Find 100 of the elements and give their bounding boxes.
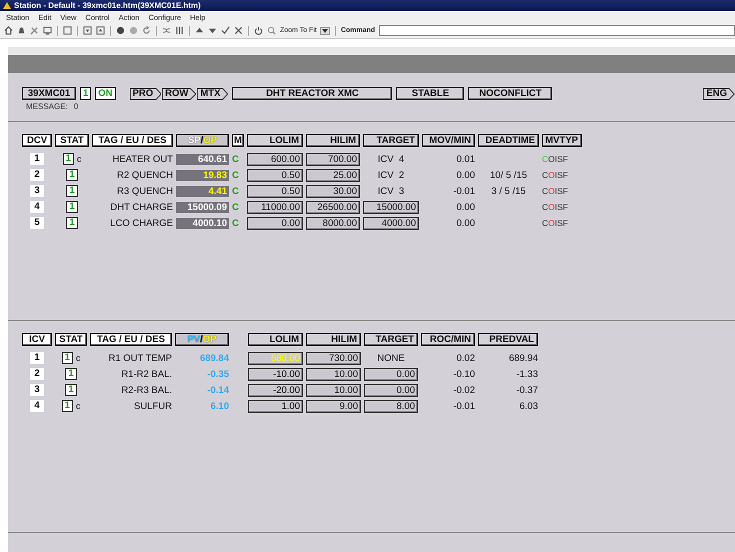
hilim-field[interactable]: 26500.00 (306, 200, 360, 214)
target-field[interactable]: 8.00 (364, 400, 418, 412)
target-field[interactable]: 4000.00 (363, 216, 419, 230)
process-value: 689.84 (198, 352, 229, 364)
row-index[interactable]: 2 (30, 169, 44, 181)
mvtype-letter: I (554, 186, 558, 196)
lolim-field[interactable]: 600.00 (247, 152, 303, 166)
hilim-field[interactable]: 9.00 (306, 400, 361, 412)
column-header: STAT (55, 333, 87, 346)
search-icon[interactable] (267, 26, 276, 35)
command-field[interactable] (379, 25, 735, 36)
target-value: NONE (376, 352, 406, 364)
hilim-field[interactable]: 700.00 (306, 152, 360, 166)
square-icon[interactable] (63, 26, 72, 35)
row-index[interactable]: 1 (30, 352, 44, 364)
row-index[interactable]: 3 (30, 384, 44, 396)
down-icon[interactable] (208, 26, 217, 35)
unit-name: 39XMC01 (22, 87, 76, 100)
state-box: STABLE (396, 87, 464, 100)
row-index[interactable]: 3 (30, 185, 44, 197)
nav-tag[interactable]: ENG (703, 88, 735, 100)
bell-icon[interactable] (17, 26, 26, 35)
process-value: 6.10 (210, 400, 229, 412)
hilim-field[interactable]: 10.00 (306, 384, 361, 396)
status-letter: c (76, 353, 80, 363)
roc-value: -0.02 (452, 384, 475, 396)
mvtype-letter: C (542, 202, 548, 212)
home-icon[interactable] (4, 26, 13, 35)
setpoint-value: 19.83 (203, 170, 227, 180)
mvtype-letter: I (554, 170, 558, 180)
nav-tag[interactable]: MTX (197, 88, 228, 100)
conflict-box: NOCONFLICT (468, 87, 552, 100)
mvtype-letter: I (554, 202, 558, 212)
column-header: LOLIM (248, 333, 303, 346)
lolim-field[interactable]: 0.50 (247, 168, 303, 182)
lolim-field[interactable]: -10.00 (248, 368, 303, 380)
up-icon[interactable] (195, 26, 204, 35)
setpoint-value: 15000.09 (187, 202, 227, 212)
monitor-icon[interactable] (43, 26, 52, 35)
row-index[interactable]: 4 (30, 201, 44, 213)
tag-name: R1-R2 BAL. (120, 368, 172, 380)
tag-name: HEATER OUT (111, 154, 173, 164)
setpoint-value: 4.41 (208, 186, 227, 196)
power-icon[interactable] (254, 26, 263, 35)
lolim-field[interactable]: 1.00 (248, 400, 303, 412)
column-header: DCV (22, 134, 52, 147)
column-header: SP/OP (176, 134, 229, 147)
target-value: ICV 4 (376, 154, 406, 164)
process-value: -0.35 (206, 368, 229, 380)
circle-icon[interactable] (116, 26, 125, 35)
roc-value: 0.02 (456, 352, 475, 364)
tag-name: R3 QUENCH (116, 186, 173, 196)
target-field[interactable]: 0.00 (364, 368, 418, 380)
caret-icon (320, 26, 330, 34)
column-header: PREDVAL (478, 333, 538, 346)
lolim-field[interactable]: 0.00 (247, 216, 303, 230)
refresh-icon[interactable] (142, 26, 151, 35)
nav-tag[interactable]: PRO (130, 88, 162, 100)
column-header: TARGET (364, 333, 418, 346)
predicted-value: 689.94 (508, 352, 538, 364)
tag-name: R1 OUT TEMP (107, 352, 172, 364)
close-icon[interactable] (234, 26, 243, 35)
column-header: HILIM (306, 134, 360, 147)
move-value: 0.00 (456, 170, 475, 180)
lolim-field[interactable]: 11000.00 (247, 200, 303, 214)
mode-value: C (232, 186, 240, 196)
mvtype-letter: SF (557, 170, 568, 180)
hilim-field[interactable]: 10.00 (306, 368, 361, 380)
check-icon[interactable] (221, 26, 230, 35)
predicted-value: -0.37 (515, 384, 538, 396)
roc-value: -0.10 (452, 368, 475, 380)
message-label: MESSAGE: (26, 102, 68, 111)
column-header: TARGET (363, 134, 419, 147)
row-index[interactable]: 5 (30, 217, 44, 229)
hilim-field[interactable]: 8000.00 (306, 216, 360, 230)
lolim-field[interactable]: 0.50 (247, 184, 303, 198)
nav-tag[interactable]: ROW (162, 88, 196, 100)
hilim-field[interactable]: 730.00 (306, 352, 361, 364)
target-field[interactable]: 15000.00 (363, 200, 419, 214)
column-header: ICV (22, 333, 52, 346)
lolim-field[interactable]: -20.00 (248, 384, 303, 396)
app-icon (3, 2, 11, 9)
message-value: 0 (74, 102, 78, 111)
row-index[interactable]: 1 (30, 153, 44, 165)
bars-icon[interactable] (175, 26, 184, 35)
hilim-field[interactable]: 25.00 (306, 168, 360, 182)
predicted-value: 6.03 (518, 400, 538, 412)
column-header: ROC/MIN (421, 333, 475, 346)
row-index[interactable]: 4 (30, 400, 44, 412)
target-field[interactable]: 0.00 (364, 384, 418, 396)
row-index[interactable]: 2 (30, 368, 44, 380)
target-value: ICV 3 (376, 186, 406, 196)
hilim-field[interactable]: 30.00 (306, 184, 360, 198)
mvtype-letter: C (542, 218, 548, 228)
deadtime-value: 3 / 5 /15 (490, 186, 527, 196)
setpoint-value: 640.61 (198, 154, 227, 164)
mvtype-letter: O (548, 202, 555, 212)
mvtype-letter: SF (557, 154, 568, 164)
mvtype-letter: C (542, 154, 548, 164)
cross-icon[interactable] (162, 26, 171, 35)
